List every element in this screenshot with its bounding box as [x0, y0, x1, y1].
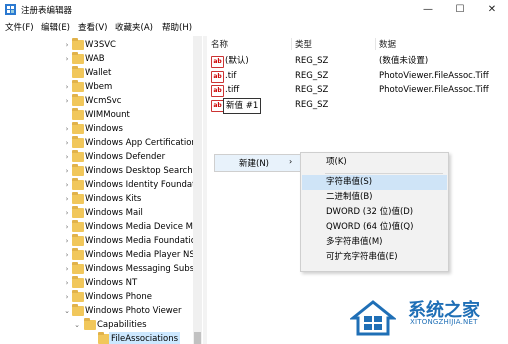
- menu-view[interactable]: 查看(V): [78, 21, 107, 33]
- watermark-site: XITONGZHIJIA.NET: [410, 318, 478, 326]
- folder-icon: [72, 136, 84, 148]
- expand-arrow-icon[interactable]: ›: [62, 276, 72, 290]
- menu-item-binary-value[interactable]: 二进制值(B): [302, 190, 447, 205]
- folder-icon: [72, 290, 84, 302]
- expand-arrow-icon[interactable]: ›: [62, 178, 72, 192]
- folder-icon: [72, 66, 84, 78]
- expand-arrow-icon[interactable]: ›: [62, 122, 72, 136]
- menu-item-key[interactable]: 项(K): [302, 155, 447, 170]
- registry-app-icon: [5, 4, 16, 15]
- expand-arrow-icon[interactable]: ›: [62, 164, 72, 178]
- expand-arrow-icon[interactable]: ›: [62, 290, 72, 304]
- folder-icon: [72, 94, 84, 106]
- close-button[interactable]: ✕: [476, 0, 508, 19]
- column-divider[interactable]: [291, 38, 292, 50]
- string-value-icon: ab: [211, 56, 224, 68]
- context-menu-new[interactable]: 新建(N) ›: [214, 154, 303, 172]
- menu-item-qword-value[interactable]: QWORD (64 位)值(Q): [302, 220, 447, 235]
- submenu-arrow-icon: ›: [289, 157, 293, 166]
- folder-icon: [72, 164, 84, 176]
- folder-icon: [72, 220, 84, 232]
- expand-arrow-icon[interactable]: ›: [62, 234, 72, 248]
- folder-icon: [72, 276, 84, 288]
- folder-icon: [72, 108, 84, 120]
- string-value-icon: ab: [211, 85, 224, 97]
- menu-item-string-value[interactable]: 字符串值(S): [302, 175, 447, 190]
- watermark-logo-icon: [350, 300, 396, 336]
- column-header-type[interactable]: 类型: [295, 38, 312, 50]
- folder-icon: [72, 38, 84, 50]
- window-title: 注册表编辑器: [21, 6, 73, 16]
- column-header-data[interactable]: 数据: [379, 38, 396, 50]
- expand-arrow-icon[interactable]: ›: [62, 206, 72, 220]
- folder-icon: [72, 178, 84, 190]
- registry-tree[interactable]: › W3SVC › WAB Wallet › Wbem › WcmSvc WIMMoun…: [0, 36, 202, 344]
- title-bar: 注册表编辑器 — ☐ ✕: [0, 0, 508, 19]
- expand-arrow-icon[interactable]: ›: [62, 248, 72, 262]
- menu-item-dword-value[interactable]: DWORD (32 位)值(D): [302, 205, 447, 220]
- expand-arrow-icon[interactable]: ›: [62, 150, 72, 164]
- menu-favorites[interactable]: 收藏夹(A): [115, 21, 153, 33]
- collapse-arrow-icon[interactable]: ⌄: [62, 304, 72, 318]
- expand-arrow-icon[interactable]: ›: [62, 94, 72, 108]
- folder-icon: [72, 248, 84, 260]
- value-row-editing[interactable]: ab 新值 #1 REG_SZ: [207, 98, 508, 114]
- folder-icon: [72, 206, 84, 218]
- minimize-button[interactable]: —: [412, 0, 444, 19]
- expand-arrow-icon[interactable]: ›: [62, 220, 72, 234]
- collapse-arrow-icon[interactable]: ⌄: [72, 318, 82, 332]
- menu-item-new[interactable]: 新建(N): [239, 157, 269, 169]
- value-row[interactable]: ab .tif REG_SZ PhotoViewer.FileAssoc.Tif…: [207, 69, 508, 83]
- folder-icon: [72, 304, 84, 316]
- value-row[interactable]: ab .tiff REG_SZ PhotoViewer.FileAssoc.Ti…: [207, 83, 508, 97]
- menu-item-multi-string-value[interactable]: 多字符串值(M): [302, 235, 447, 250]
- expand-arrow-icon[interactable]: ›: [62, 136, 72, 150]
- value-row[interactable]: ab (默认) REG_SZ (数值未设置): [207, 54, 508, 68]
- folder-icon: [72, 192, 84, 204]
- expand-arrow-icon[interactable]: ›: [62, 192, 72, 206]
- scrollbar-thumb[interactable]: [194, 332, 201, 344]
- menu-edit[interactable]: 编辑(E): [41, 21, 70, 33]
- new-submenu: 项(K) 字符串值(S) 二进制值(B) DWORD (32 位)值(D) QW…: [300, 152, 449, 272]
- menu-item-expandable-string-value[interactable]: 可扩充字符串值(E): [302, 250, 447, 265]
- expand-arrow-icon[interactable]: ›: [62, 38, 72, 52]
- expand-arrow-icon[interactable]: ›: [62, 52, 72, 66]
- folder-icon: [84, 318, 96, 330]
- column-divider[interactable]: [375, 38, 376, 50]
- folder-icon: [72, 52, 84, 64]
- string-value-icon: ab: [211, 71, 224, 83]
- folder-icon: [72, 234, 84, 246]
- maximize-button[interactable]: ☐: [444, 0, 476, 19]
- folder-icon: [72, 122, 84, 134]
- expand-arrow-icon[interactable]: ›: [62, 262, 72, 276]
- column-header-name[interactable]: 名称: [211, 38, 228, 50]
- folder-icon: [72, 80, 84, 92]
- menu-help[interactable]: 帮助(H): [162, 21, 192, 33]
- rename-field[interactable]: 新值 #1: [223, 98, 262, 114]
- menu-file[interactable]: 文件(F): [5, 21, 34, 33]
- menu-bar: 文件(F) 编辑(E) 查看(V) 收藏夹(A) 帮助(H): [0, 19, 508, 34]
- folder-icon: [72, 262, 84, 274]
- folder-icon: [72, 150, 84, 162]
- tree-scrollbar[interactable]: [193, 36, 202, 344]
- expand-arrow-icon[interactable]: ›: [62, 80, 72, 94]
- menu-separator: [325, 173, 443, 174]
